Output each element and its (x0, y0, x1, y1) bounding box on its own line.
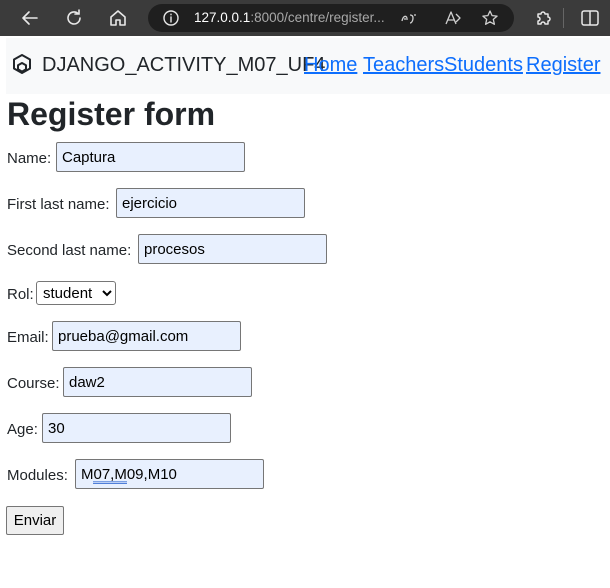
reload-icon[interactable] (64, 8, 84, 28)
text-size-icon[interactable] (444, 9, 462, 27)
extensions-icon[interactable] (533, 8, 553, 28)
second-last-name-label: Second last name: (7, 242, 132, 259)
spellcheck-underline (93, 481, 127, 484)
home-icon[interactable] (108, 8, 128, 28)
address-bar[interactable]: 127.0.0.1:8000/centre/register... (148, 4, 514, 32)
course-input[interactable] (63, 367, 252, 397)
page-title: Register form (7, 96, 216, 132)
back-icon[interactable] (20, 8, 40, 28)
email-label: Email: (7, 329, 49, 346)
rol-select[interactable]: student (36, 281, 116, 305)
submit-button[interactable]: Enviar (6, 506, 64, 535)
age-label: Age: (7, 421, 38, 438)
age-input[interactable] (42, 413, 231, 443)
nav-link-register[interactable]: Register (526, 54, 600, 77)
favorite-star-icon[interactable] (481, 9, 499, 27)
read-aloud-icon[interactable] (400, 9, 418, 27)
url-host: 127.0.0.1 (194, 10, 251, 25)
info-icon[interactable] (162, 9, 180, 27)
navbar-brand[interactable]: DJANGO_ACTIVITY_M07_UF4 (42, 54, 325, 77)
email-input[interactable] (52, 321, 241, 351)
django-logo-icon (11, 53, 33, 79)
nav-link-students[interactable]: Students (444, 54, 523, 77)
site-navbar: DJANGO_ACTIVITY_M07_UF4 Home Teachers St… (6, 38, 610, 94)
name-label: Name: (7, 150, 52, 167)
first-last-name-input[interactable] (116, 188, 305, 218)
first-last-name-label: First last name: (7, 196, 110, 213)
course-label: Course: (7, 375, 60, 392)
url-rest: :8000/centre/register... (250, 10, 385, 25)
name-input[interactable] (56, 142, 245, 172)
split-screen-icon[interactable] (580, 8, 600, 28)
second-last-name-input[interactable] (138, 234, 327, 264)
modules-input[interactable] (75, 459, 264, 489)
rol-label: Rol: (7, 286, 34, 303)
nav-link-teachers[interactable]: Teachers (363, 54, 444, 77)
modules-label: Modules: (7, 467, 68, 484)
nav-link-home[interactable]: Home (304, 54, 357, 77)
toolbar-divider (563, 8, 564, 28)
browser-toolbar: 127.0.0.1:8000/centre/register... (0, 0, 610, 36)
url-text[interactable]: 127.0.0.1:8000/centre/register... (194, 10, 394, 25)
